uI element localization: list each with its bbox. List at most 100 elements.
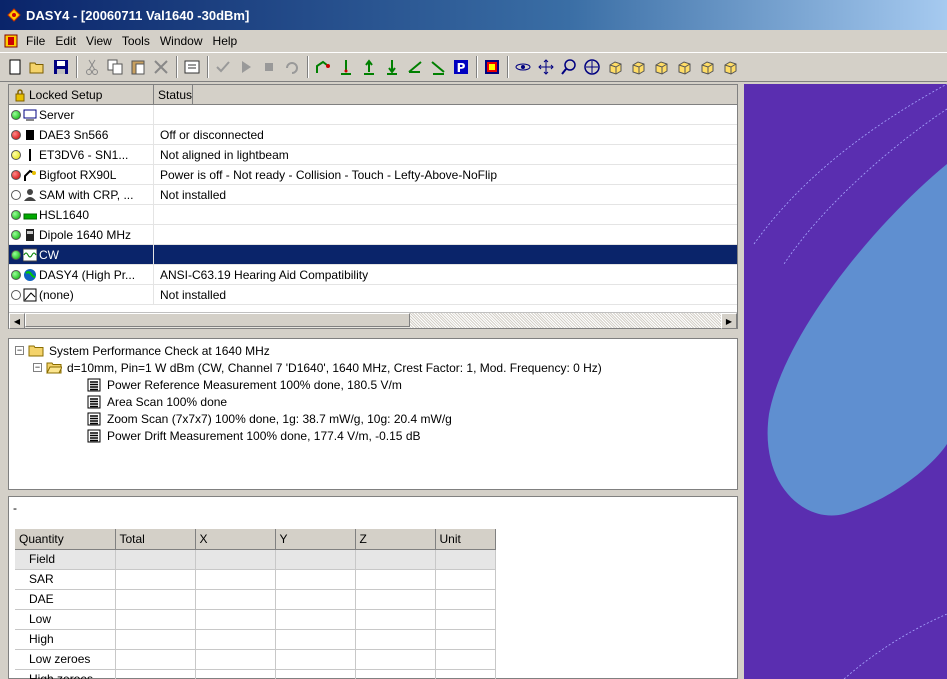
undo-button[interactable] — [281, 56, 303, 78]
setup-row[interactable]: DASY4 (High Pr... ANSI-C63.19 Hearing Aid… — [9, 265, 737, 285]
setup-device-cell[interactable]: DAE3 Sn566 — [9, 125, 154, 144]
cube-1-button[interactable] — [604, 56, 626, 78]
cube-4-button[interactable] — [673, 56, 695, 78]
cube-3-icon — [655, 61, 668, 75]
quantity-column-header[interactable]: Total — [115, 529, 196, 550]
tree-item[interactable]: Power Reference Measurement 100% done, 1… — [15, 376, 731, 393]
setup-device-cell[interactable]: ET3DV6 - SN1... — [9, 145, 154, 164]
properties-button[interactable] — [181, 56, 203, 78]
scroll-right-icon[interactable]: ▶ — [721, 313, 737, 329]
scroll-thumb[interactable] — [25, 313, 410, 327]
quantity-column-header[interactable]: Unit — [435, 529, 496, 550]
quantity-row[interactable]: High zeroes — [15, 669, 496, 679]
cube-6-button[interactable] — [719, 56, 741, 78]
quantity-row[interactable]: High — [15, 629, 496, 650]
probe-button[interactable] — [335, 56, 357, 78]
device-name: Dipole 1640 MHz — [39, 227, 132, 242]
probe-right-button[interactable] — [427, 56, 449, 78]
open-button[interactable] — [27, 56, 49, 78]
check-button[interactable] — [212, 56, 234, 78]
setup-row[interactable]: SAM with CRP, ... Not installed — [9, 185, 737, 205]
menu-edit[interactable]: Edit — [55, 34, 76, 48]
new-button[interactable] — [4, 56, 26, 78]
tree-child[interactable]: − d=10mm, Pin=1 W dBm (CW, Channel 7 'D1… — [15, 359, 731, 376]
device-status: Not installed — [160, 287, 227, 302]
play-button[interactable] — [235, 56, 257, 78]
status-green-icon — [11, 269, 21, 280]
probe-up-button[interactable] — [358, 56, 380, 78]
parking-button[interactable]: P — [450, 56, 472, 78]
scroll-track[interactable] — [410, 313, 721, 328]
tree-item[interactable]: Power Drift Measurement 100% done, 177.4… — [15, 427, 731, 444]
probe-down-button[interactable] — [381, 56, 403, 78]
cut-button[interactable] — [81, 56, 103, 78]
cube-2-button[interactable] — [627, 56, 649, 78]
stop-button[interactable] — [258, 56, 280, 78]
document-icon[interactable] — [4, 34, 18, 48]
tree-item-label: Zoom Scan (7x7x7) 100% done, 1g: 38.7 mW… — [107, 411, 452, 426]
setup-device-cell[interactable]: SAM with CRP, ... — [9, 185, 154, 204]
spectrum-button[interactable] — [481, 56, 503, 78]
quantity-column-header[interactable]: X — [195, 529, 276, 550]
copy-button[interactable] — [104, 56, 126, 78]
horizontal-scrollbar[interactable]: ◀ ▶ — [9, 312, 737, 329]
setup-device-cell[interactable]: CW — [9, 245, 154, 264]
setup-row[interactable]: (none) Not installed — [9, 285, 737, 305]
quantity-row[interactable]: Low zeroes — [15, 649, 496, 670]
delete-button[interactable] — [150, 56, 172, 78]
cube-3-button[interactable] — [650, 56, 672, 78]
quantity-name: Low zeroes — [15, 649, 116, 670]
folder-open-icon — [46, 362, 62, 374]
save-button[interactable] — [50, 56, 72, 78]
center-icon — [584, 59, 600, 75]
quantity-row[interactable]: SAR — [15, 569, 496, 590]
cube-1-icon — [609, 61, 622, 75]
field-distribution-plot — [744, 84, 947, 679]
setup-row[interactable]: Server — [9, 105, 737, 125]
tree-child-label: d=10mm, Pin=1 W dBm (CW, Channel 7 'D164… — [67, 360, 602, 375]
quantity-column-header[interactable]: Y — [275, 529, 356, 550]
splitter[interactable] — [8, 329, 738, 338]
menu-window[interactable]: Window — [160, 34, 203, 48]
setup-row[interactable]: ET3DV6 - SN1... Not aligned in lightbeam — [9, 145, 737, 165]
center-button[interactable] — [581, 56, 603, 78]
setup-device-cell[interactable]: DASY4 (High Pr... — [9, 265, 154, 284]
setup-device-cell[interactable]: Dipole 1640 MHz — [9, 225, 154, 244]
graphics-view[interactable] — [744, 84, 947, 679]
setup-device-cell[interactable]: Bigfoot RX90L — [9, 165, 154, 184]
column-status[interactable]: Status — [154, 85, 194, 104]
setup-row[interactable]: DAE3 Sn566 Off or disconnected — [9, 125, 737, 145]
setup-row[interactable]: CW — [9, 245, 737, 265]
robot-teach-button[interactable] — [312, 56, 334, 78]
paste-button[interactable] — [127, 56, 149, 78]
quantity-value — [355, 549, 436, 570]
menu-file[interactable]: File — [26, 34, 45, 48]
tree-item[interactable]: Zoom Scan (7x7x7) 100% done, 1g: 38.7 mW… — [15, 410, 731, 427]
zoom-button[interactable] — [558, 56, 580, 78]
quantity-column-header[interactable]: Z — [355, 529, 436, 550]
quantity-row[interactable]: Field — [15, 549, 496, 570]
column-locked-setup[interactable]: Locked Setup — [9, 85, 154, 104]
setup-device-cell[interactable]: (none) — [9, 285, 154, 304]
setup-row[interactable]: Dipole 1640 MHz — [9, 225, 737, 245]
cube-5-button[interactable] — [696, 56, 718, 78]
menu-view[interactable]: View — [86, 34, 112, 48]
tree-root[interactable]: − System Performance Check at 1640 MHz — [15, 342, 731, 359]
setup-device-cell[interactable]: Server — [9, 105, 154, 124]
setup-device-cell[interactable]: HSL1640 — [9, 205, 154, 224]
menu-help[interactable]: Help — [213, 34, 238, 48]
tree-item[interactable]: Area Scan 100% done — [15, 393, 731, 410]
cube-4-icon — [678, 61, 691, 75]
quantity-row[interactable]: DAE — [15, 589, 496, 610]
setup-row[interactable]: Bigfoot RX90L Power is off - Not ready - … — [9, 165, 737, 185]
move-button[interactable] — [535, 56, 557, 78]
menu-tools[interactable]: Tools — [122, 34, 150, 48]
quantity-row[interactable]: Low — [15, 609, 496, 630]
collapse-icon[interactable]: − — [33, 363, 42, 372]
collapse-icon[interactable]: − — [15, 346, 24, 355]
scroll-left-icon[interactable]: ◀ — [9, 313, 25, 329]
probe-left-button[interactable] — [404, 56, 426, 78]
setup-row[interactable]: HSL1640 — [9, 205, 737, 225]
rotate-button[interactable] — [512, 56, 534, 78]
quantity-column-header[interactable]: Quantity — [15, 529, 116, 550]
